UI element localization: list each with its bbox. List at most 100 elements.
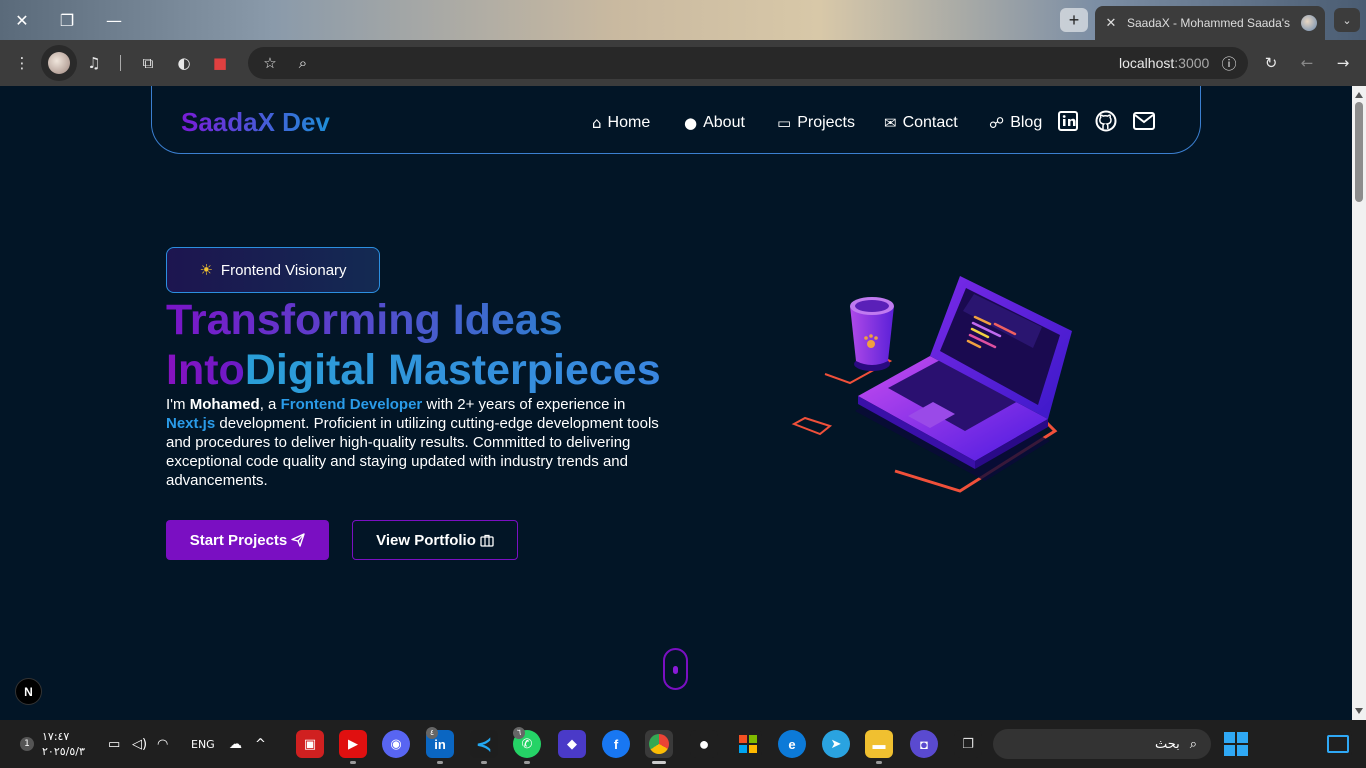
language-indicator[interactable]: ENG — [191, 738, 215, 751]
desc-part: , a — [259, 396, 281, 413]
sun-icon: ☀ — [199, 261, 213, 279]
close-tab-icon[interactable]: ✕ — [1103, 16, 1119, 31]
page-scrollbar[interactable] — [1352, 86, 1366, 720]
hero-badge-label: Frontend Visionary — [220, 261, 347, 279]
taskbar-store-icon[interactable] — [734, 730, 762, 758]
hero-title-text-1: Transforming Ideas — [166, 296, 563, 344]
scroll-down-arrow-icon[interactable] — [1355, 708, 1363, 714]
hero-title-line1: Transforming Ideas — [166, 296, 563, 345]
zoom-icon[interactable]: ⌕ — [289, 49, 317, 77]
view-portfolio-button[interactable]: View Portfolio — [352, 520, 518, 560]
taskbar-file-explorer-icon[interactable]: ▬ — [865, 730, 893, 758]
blog-icon: ☍ — [989, 114, 1005, 132]
scroll-mouse-indicator[interactable] — [663, 648, 688, 690]
start-projects-button[interactable]: Start Projects — [166, 520, 329, 560]
whatsapp-badge: ٦ — [513, 727, 525, 739]
linkedin-badge: ٤ — [426, 727, 438, 739]
linkedin-icon[interactable] — [1057, 110, 1079, 132]
tray-overflow-chevron-icon[interactable]: ^ — [255, 737, 266, 752]
hero-title-text-2b: Digital Masterpieces — [244, 346, 661, 394]
close-window-icon[interactable]: ✕ — [8, 8, 36, 32]
toolbar-divider — [120, 55, 121, 71]
reload-icon[interactable]: ↻ — [1257, 49, 1285, 77]
nav-about[interactable]: ● About — [684, 114, 745, 132]
extensions-icon[interactable]: ⧉ — [134, 49, 162, 77]
taskbar-github-icon[interactable]: ● — [690, 730, 718, 758]
nav-projects[interactable]: ▭ Projects — [777, 114, 855, 132]
mail-icon[interactable] — [1133, 110, 1155, 132]
hero-title-text-2a: Into — [166, 346, 245, 394]
taskbar-copilot-icon[interactable]: ◆ — [558, 730, 586, 758]
taskbar-chrome-icon[interactable] — [645, 730, 673, 758]
nav-projects-label: Projects — [797, 114, 855, 131]
taskbar-discord-icon[interactable]: ◉ — [382, 730, 410, 758]
back-arrow-icon[interactable]: ← — [1293, 49, 1321, 77]
menu-kebab-icon[interactable]: ⋮ — [8, 49, 36, 77]
url-text[interactable]: localhost:3000 — [1119, 55, 1209, 71]
site-logo[interactable]: SaadaX Dev — [181, 107, 330, 138]
user-icon: ● — [684, 114, 698, 132]
taskbar-search[interactable]: بحث ⌕ — [993, 729, 1211, 759]
desc-tech: Next.js — [166, 415, 216, 432]
minimize-window-icon[interactable]: — — [100, 8, 128, 32]
nav-about-label: About — [703, 114, 745, 131]
extension-dark-icon[interactable]: ◐ — [170, 49, 198, 77]
nav-contact-label: Contact — [902, 114, 958, 131]
clock-date[interactable]: ٢٠٢٥/٥/٣ — [42, 745, 85, 758]
nav-home[interactable]: ⌂ Home — [592, 114, 650, 132]
scrollbar-thumb[interactable] — [1355, 102, 1363, 202]
view-portfolio-label: View Portfolio — [376, 531, 476, 549]
reading-list-icon[interactable]: ♫ — [80, 49, 108, 77]
taskbar-facebook-icon[interactable]: f — [602, 730, 630, 758]
url-host: localhost — [1119, 55, 1175, 71]
start-projects-label: Start Projects — [189, 531, 288, 549]
browser-titlebar: ✕ ❐ — + ✕ SaadaX - Mohammed Saada's P ⌄ — [0, 0, 1366, 40]
hero-badge: ☀ Frontend Visionary — [166, 247, 380, 293]
search-icon: ⌕ — [1189, 736, 1197, 752]
url-port: :3000 — [1174, 55, 1210, 71]
nav-contact[interactable]: ✉ Contact — [884, 114, 958, 132]
taskbar-telegram-icon[interactable]: ➤ — [822, 730, 850, 758]
briefcase-icon — [480, 534, 494, 547]
nextjs-devtools-button[interactable]: N — [15, 678, 42, 705]
bookmark-star-icon[interactable]: ☆ — [256, 49, 284, 77]
browser-tab[interactable]: ✕ SaadaX - Mohammed Saada's P — [1095, 6, 1325, 40]
tab-title: SaadaX - Mohammed Saada's P — [1127, 16, 1293, 30]
taskbar-youtube-icon[interactable]: ▶ — [339, 730, 367, 758]
clock-time[interactable]: ١٧:٤٧ — [42, 730, 69, 743]
laptop-illustration — [791, 276, 1072, 493]
address-bar[interactable] — [248, 47, 1248, 79]
show-desktop-icon[interactable] — [1324, 730, 1352, 758]
taskbar-app-gift-icon[interactable]: ▣ — [296, 730, 324, 758]
taskbar-teams-icon[interactable]: ◘ — [910, 730, 938, 758]
desc-name: Mohamed — [189, 396, 260, 413]
search-placeholder: بحث — [1154, 736, 1180, 751]
app-indicator-active — [652, 761, 666, 764]
desc-part: I'm — [166, 396, 190, 413]
scroll-up-arrow-icon[interactable] — [1355, 92, 1363, 98]
wifi-icon[interactable]: ◠ — [157, 737, 168, 752]
taskbar-vscode-icon[interactable]: ≺ — [470, 730, 498, 758]
site-info-icon[interactable]: ⓘ — [1215, 49, 1243, 77]
github-icon[interactable] — [1095, 110, 1117, 132]
profile-avatar[interactable] — [41, 45, 77, 81]
taskbar-edge-icon[interactable]: e — [778, 730, 806, 758]
nav-blog[interactable]: ☍ Blog — [989, 114, 1042, 132]
tab-search-icon[interactable]: ⌄ — [1334, 8, 1360, 32]
app-indicator — [524, 761, 530, 764]
home-icon: ⌂ — [592, 114, 602, 132]
extension-red-icon[interactable]: ■ — [206, 49, 234, 77]
new-tab-button[interactable]: + — [1060, 8, 1088, 32]
forward-arrow-icon[interactable]: → — [1329, 49, 1357, 77]
app-indicator — [481, 761, 487, 764]
notification-count[interactable]: 1 — [20, 737, 34, 751]
restore-window-icon[interactable]: ❐ — [53, 8, 81, 32]
volume-icon[interactable]: ◁) — [132, 737, 147, 752]
windows-start-icon[interactable] — [1224, 732, 1248, 756]
taskbar-task-view-icon[interactable]: ❐ — [954, 730, 982, 758]
app-indicator — [437, 761, 443, 764]
app-indicator — [350, 761, 356, 764]
desc-part: development. Proficient in utilizing cut… — [166, 415, 659, 489]
onedrive-icon[interactable]: ☁ — [229, 737, 242, 752]
battery-icon[interactable]: ▭ — [108, 737, 120, 752]
